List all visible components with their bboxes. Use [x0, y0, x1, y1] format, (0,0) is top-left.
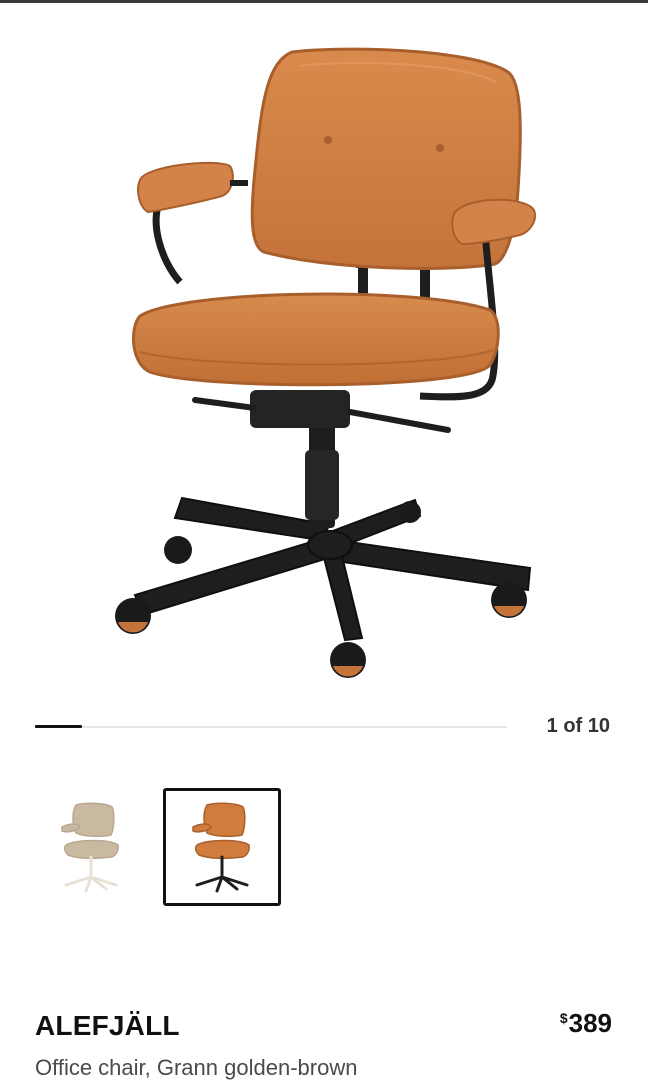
carousel-progress-track	[35, 726, 507, 728]
office-chair-image	[115, 47, 536, 678]
product-price: $389	[560, 1008, 612, 1039]
product-name: ALEFJÄLL	[35, 1010, 180, 1041]
office-chair-golden-brown-icon	[192, 802, 250, 893]
product-description: Office chair, Grann golden-brown	[35, 1055, 358, 1080]
top-divider	[0, 0, 648, 3]
image-carousel-indicator: 1 of 10	[0, 705, 648, 749]
variant-thumbnail-golden-brown[interactable]	[163, 788, 281, 906]
price-amount: 389	[568, 1008, 612, 1038]
image-counter: 1 of 10	[546, 715, 610, 737]
variant-thumbnail-beige[interactable]	[32, 788, 150, 906]
office-chair-beige-icon	[61, 802, 119, 893]
currency-symbol: $	[559, 1010, 568, 1026]
product-image[interactable]	[0, 20, 648, 700]
carousel-progress-bar	[35, 725, 82, 728]
